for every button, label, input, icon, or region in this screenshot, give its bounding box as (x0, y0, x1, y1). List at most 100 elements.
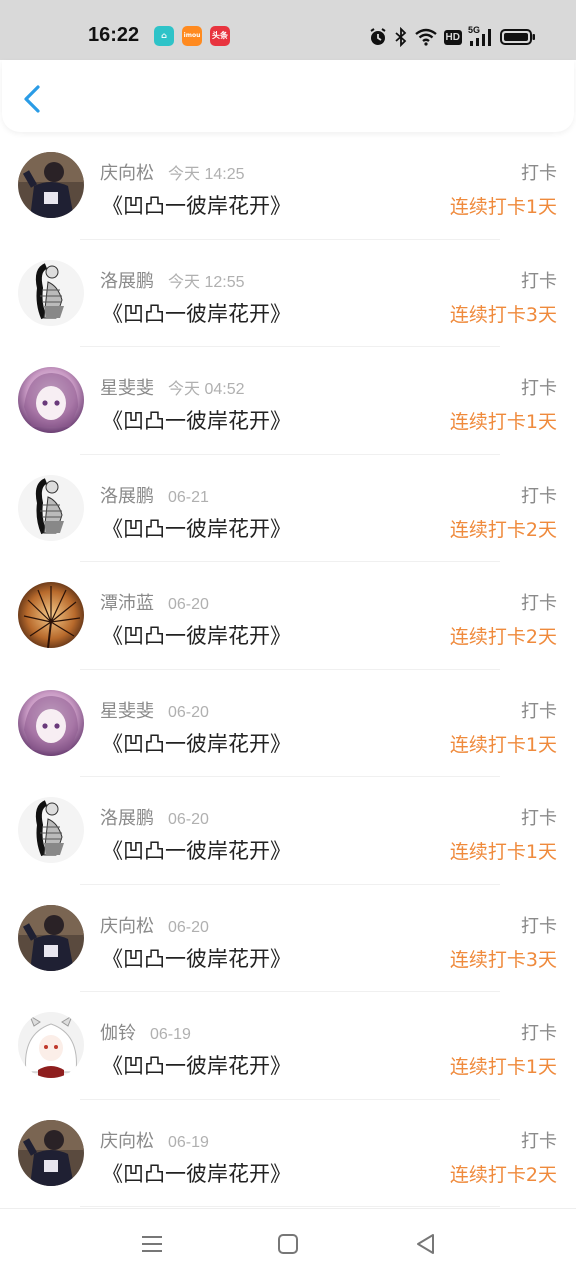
user-name: 庆向松 06-20 (100, 912, 209, 938)
checkin-row[interactable]: 洛展鹏 今天 12:55 《凹凸一彼岸花开》 打卡 连续打卡3天 (0, 240, 576, 347)
avatar[interactable] (18, 904, 84, 971)
checkin-row[interactable]: 庆向松 06-19 《凹凸一彼岸花开》 打卡 连续打卡2天 (0, 1100, 576, 1207)
streak-label: 连续打卡3天 (449, 303, 557, 326)
streak-label: 连续打卡3天 (449, 948, 557, 971)
avatar[interactable] (18, 582, 84, 648)
checkin-row[interactable]: 伽铃 06-19 《凹凸一彼岸花开》 打卡 连续打卡1天 (0, 992, 576, 1100)
checkin-list: 庆向松 今天 14:25 《凹凸一彼岸花开》 打卡 连续打卡1天 洛展鹏 今天 12… (0, 132, 576, 1207)
work-title: 《凹凸一彼岸花开》 (102, 839, 291, 863)
checkin-row[interactable]: 星斐斐 今天 04:52 《凹凸一彼岸花开》 打卡 连续打卡1天 (0, 347, 576, 455)
work-title: 《凹凸一彼岸花开》 (102, 301, 291, 326)
avatar[interactable] (18, 689, 84, 756)
wifi-icon (414, 28, 437, 46)
battery-icon (500, 29, 535, 45)
streak-label: 连续打卡1天 (449, 1056, 557, 1078)
work-title: 《凹凸一彼岸花开》 (102, 624, 291, 648)
user-name-text: 星斐斐 (100, 378, 154, 399)
top-header (2, 60, 574, 132)
streak-label: 连续打卡1天 (449, 733, 557, 756)
user-name: 伽铃 06-19 (100, 1019, 191, 1045)
checkin-row[interactable]: 潭沛蓝 06-20 《凹凸一彼岸花开》 打卡 连续打卡2天 (0, 562, 576, 670)
avatar[interactable] (18, 1119, 84, 1186)
back-triangle-icon (417, 1234, 434, 1254)
work-title: 《凹凸一彼岸花开》 (102, 731, 291, 756)
chevron-left-icon (24, 85, 40, 113)
status-bar: 16:22 ⌂ imou 头条 HD 5G (0, 0, 576, 60)
checkin-row[interactable]: 洛展鹏 06-21 《凹凸一彼岸花开》 打卡 连续打卡2天 (0, 455, 576, 562)
post-time: 今天 14:25 (168, 166, 245, 183)
avatar[interactable] (18, 259, 84, 326)
user-name: 庆向松 今天 14:25 (100, 159, 245, 185)
back-button[interactable] (18, 82, 48, 116)
user-name-text: 伽铃 (100, 1023, 136, 1044)
user-name: 洛展鹏 今天 12:55 (100, 267, 245, 293)
avatar[interactable] (18, 1012, 84, 1078)
bluetooth-icon (394, 27, 406, 47)
user-name-text: 庆向松 (100, 1130, 154, 1152)
imou-app-icon: imou (182, 26, 202, 46)
system-nav-bar (0, 1208, 576, 1280)
home-app-icon: ⌂ (154, 26, 174, 46)
work-title: 《凹凸一彼岸花开》 (102, 194, 291, 218)
home-button[interactable] (273, 1229, 303, 1259)
home-square-icon (278, 1234, 298, 1254)
work-title: 《凹凸一彼岸花开》 (102, 516, 291, 541)
user-name-text: 潭沛蓝 (100, 593, 154, 614)
post-time: 06-20 (168, 703, 209, 721)
user-name: 洛展鹏 06-21 (100, 482, 209, 508)
row-divider (80, 1206, 500, 1207)
user-name: 洛展鹏 06-20 (100, 804, 209, 830)
avatar[interactable] (18, 152, 84, 218)
work-title: 《凹凸一彼岸花开》 (102, 1161, 291, 1186)
action-label: 打卡 (521, 1130, 557, 1152)
user-name-text: 庆向松 (100, 915, 154, 937)
action-label: 打卡 (521, 163, 557, 184)
checkin-row[interactable]: 庆向松 06-20 《凹凸一彼岸花开》 打卡 连续打卡3天 (0, 885, 576, 992)
user-name: 星斐斐 06-20 (100, 697, 209, 723)
user-name-text: 庆向松 (100, 163, 154, 184)
post-time: 06-20 (168, 596, 209, 613)
status-indicators: HD 5G (368, 25, 536, 48)
back-nav-button[interactable] (411, 1229, 441, 1259)
streak-label: 连续打卡1天 (449, 841, 557, 863)
user-name-text: 洛展鹏 (100, 485, 154, 507)
avatar[interactable] (18, 367, 84, 433)
user-name: 庆向松 06-19 (100, 1127, 209, 1153)
action-label: 打卡 (521, 915, 557, 937)
menu-button[interactable] (137, 1229, 167, 1259)
checkin-row[interactable]: 庆向松 今天 14:25 《凹凸一彼岸花开》 打卡 连续打卡1天 (0, 132, 576, 240)
streak-label: 连续打卡1天 (449, 411, 557, 433)
action-label: 打卡 (521, 270, 557, 292)
action-label: 打卡 (521, 485, 557, 507)
action-label: 打卡 (521, 593, 557, 614)
action-label: 打卡 (521, 808, 557, 829)
hd-icon: HD (443, 29, 462, 45)
user-name: 潭沛蓝 06-20 (100, 589, 209, 615)
work-title: 《凹凸一彼岸花开》 (102, 1054, 291, 1078)
action-label: 打卡 (521, 700, 557, 722)
user-name-text: 洛展鹏 (100, 808, 154, 829)
post-time: 06-19 (168, 1133, 209, 1151)
work-title: 《凹凸一彼岸花开》 (102, 946, 291, 971)
streak-label: 连续打卡1天 (449, 196, 557, 218)
menu-icon (142, 1236, 162, 1252)
signal-bars-icon (470, 29, 491, 46)
status-time: 16:22 (88, 24, 140, 46)
action-label: 打卡 (521, 1023, 557, 1044)
streak-label: 连续打卡2天 (449, 1163, 557, 1186)
action-label: 打卡 (521, 378, 557, 399)
post-time: 06-20 (168, 918, 209, 936)
avatar[interactable] (18, 474, 84, 541)
streak-label: 连续打卡2天 (449, 518, 557, 541)
alarm-icon (369, 28, 386, 45)
post-time: 今天 04:52 (168, 381, 245, 398)
checkin-row[interactable]: 洛展鹏 06-20 《凹凸一彼岸花开》 打卡 连续打卡1天 (0, 777, 576, 885)
avatar[interactable] (18, 797, 84, 863)
checkin-row[interactable]: 星斐斐 06-20 《凹凸一彼岸花开》 打卡 连续打卡1天 (0, 670, 576, 777)
post-time: 06-20 (168, 811, 209, 828)
user-name-text: 星斐斐 (100, 700, 154, 722)
work-title: 《凹凸一彼岸花开》 (102, 409, 291, 433)
post-time: 今天 12:55 (168, 273, 245, 291)
streak-label: 连续打卡2天 (449, 626, 557, 648)
signal-5g-icon: 5G (468, 25, 494, 47)
